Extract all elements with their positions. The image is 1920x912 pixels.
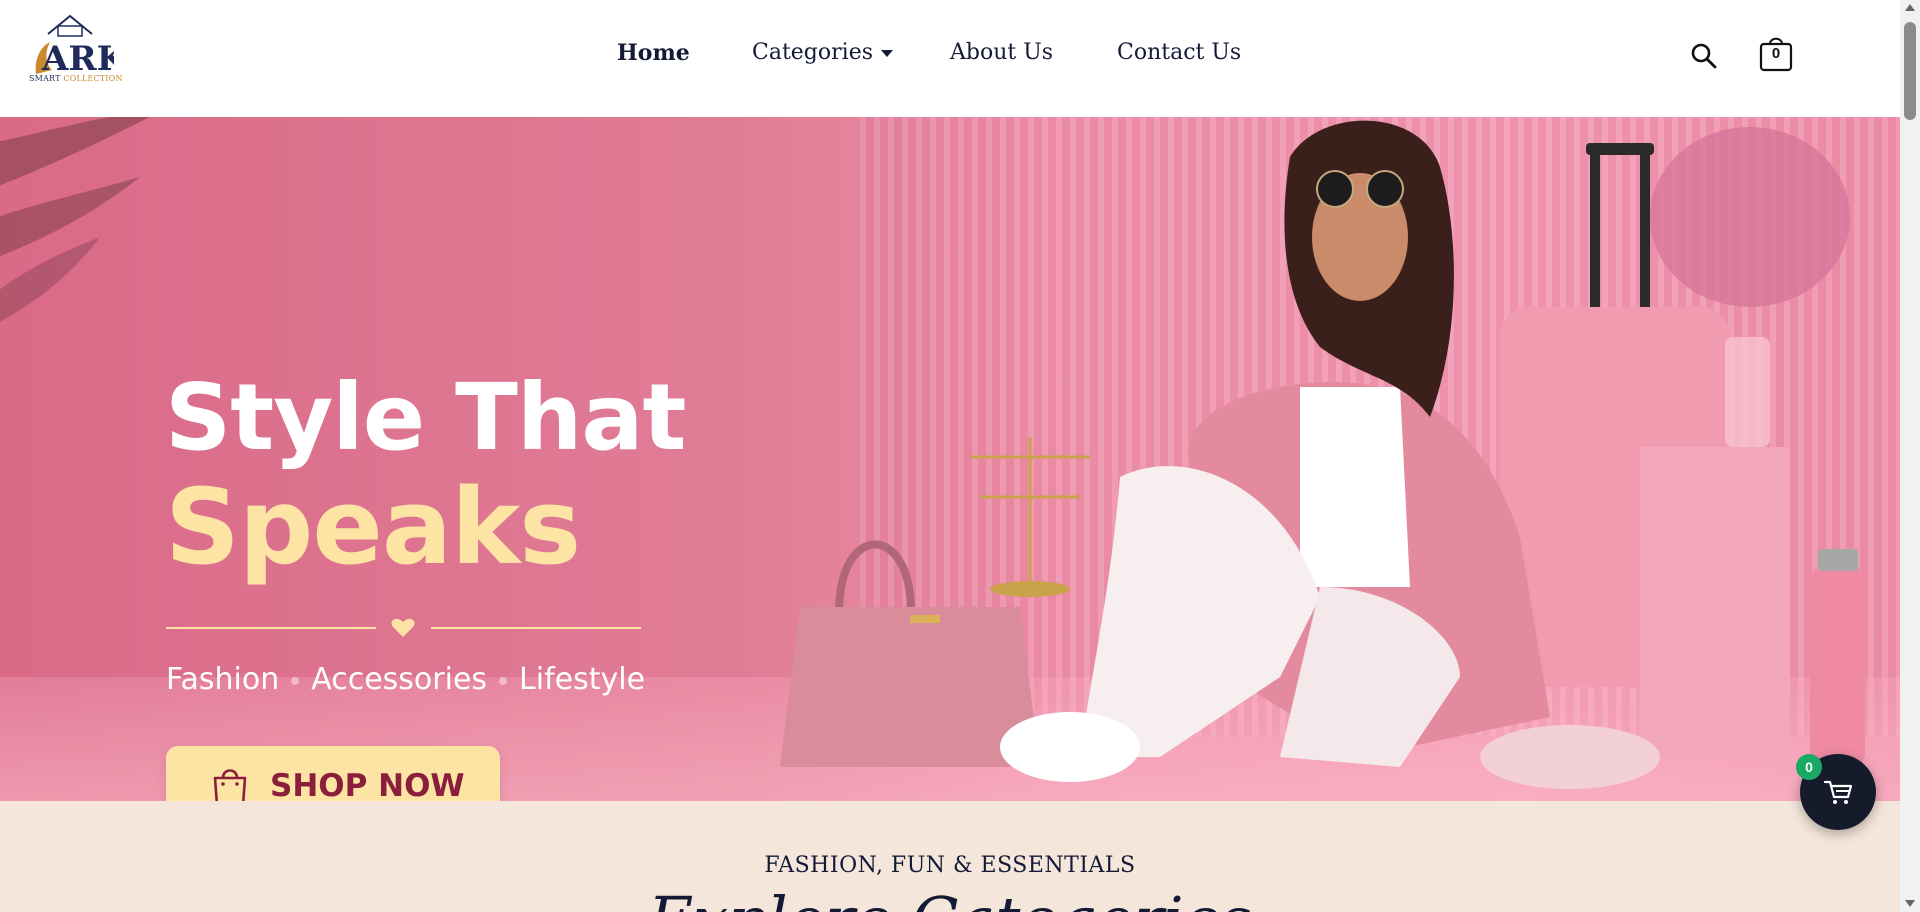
nav-about-us[interactable]: About Us xyxy=(950,40,1053,65)
handbag xyxy=(780,540,1040,767)
site-header: ARK SMART COLLECTION Home Categories Abo… xyxy=(0,0,1900,117)
nav-categories[interactable]: Categories xyxy=(752,40,893,65)
page-scrollbar[interactable] xyxy=(1900,0,1920,912)
scrollbar-thumb[interactable] xyxy=(1904,22,1916,120)
jewelry-stand xyxy=(970,437,1090,597)
scroll-down-arrow-icon[interactable] xyxy=(1905,900,1915,907)
nav-categories-label: Categories xyxy=(752,40,873,65)
search-icon[interactable] xyxy=(1690,42,1718,70)
shop-now-label: SHOP NOW xyxy=(270,768,465,801)
palm-leaf-decor xyxy=(0,117,150,322)
caret-down-icon xyxy=(881,49,893,57)
shopping-bag-icon xyxy=(213,769,247,801)
hero-headline-line1: Style That xyxy=(165,364,686,471)
hero-headline-line2: Speaks xyxy=(165,466,581,588)
nav-contact-us[interactable]: Contact Us xyxy=(1117,40,1241,65)
bullet-dot xyxy=(499,676,508,685)
hero-model-illustration xyxy=(780,120,1865,789)
scroll-up-arrow-icon[interactable] xyxy=(1905,4,1915,11)
bag-count-badge: 0 xyxy=(1771,45,1781,62)
section-title: Explore Categories xyxy=(0,883,1900,912)
bullet-dot xyxy=(291,676,300,685)
shop-now-button[interactable]: SHOP NOW xyxy=(166,746,500,801)
tagline-lifestyle: Lifestyle xyxy=(519,662,646,697)
heart-divider xyxy=(166,618,641,637)
hero-banner: Style That Speaks Fashion Accessories Life… xyxy=(0,117,1900,801)
svg-text:ARK: ARK xyxy=(41,39,114,79)
hero-tagline: Fashion Accessories Lifestyle xyxy=(166,662,645,697)
floating-cart-count-badge: 0 xyxy=(1796,754,1822,780)
nav-home[interactable]: Home xyxy=(617,40,690,66)
logo-tagline: SMART COLLECTION xyxy=(29,74,123,83)
tagline-fashion: Fashion xyxy=(166,662,280,697)
categories-section: FASHION, FUN & ESSENTIALS Explore Catego… xyxy=(0,801,1900,912)
water-bottle xyxy=(1810,549,1865,767)
heart-icon xyxy=(391,618,415,637)
tagline-accessories: Accessories xyxy=(311,662,488,697)
cart-icon xyxy=(1823,780,1853,804)
section-kicker: FASHION, FUN & ESSENTIALS xyxy=(764,853,1136,878)
